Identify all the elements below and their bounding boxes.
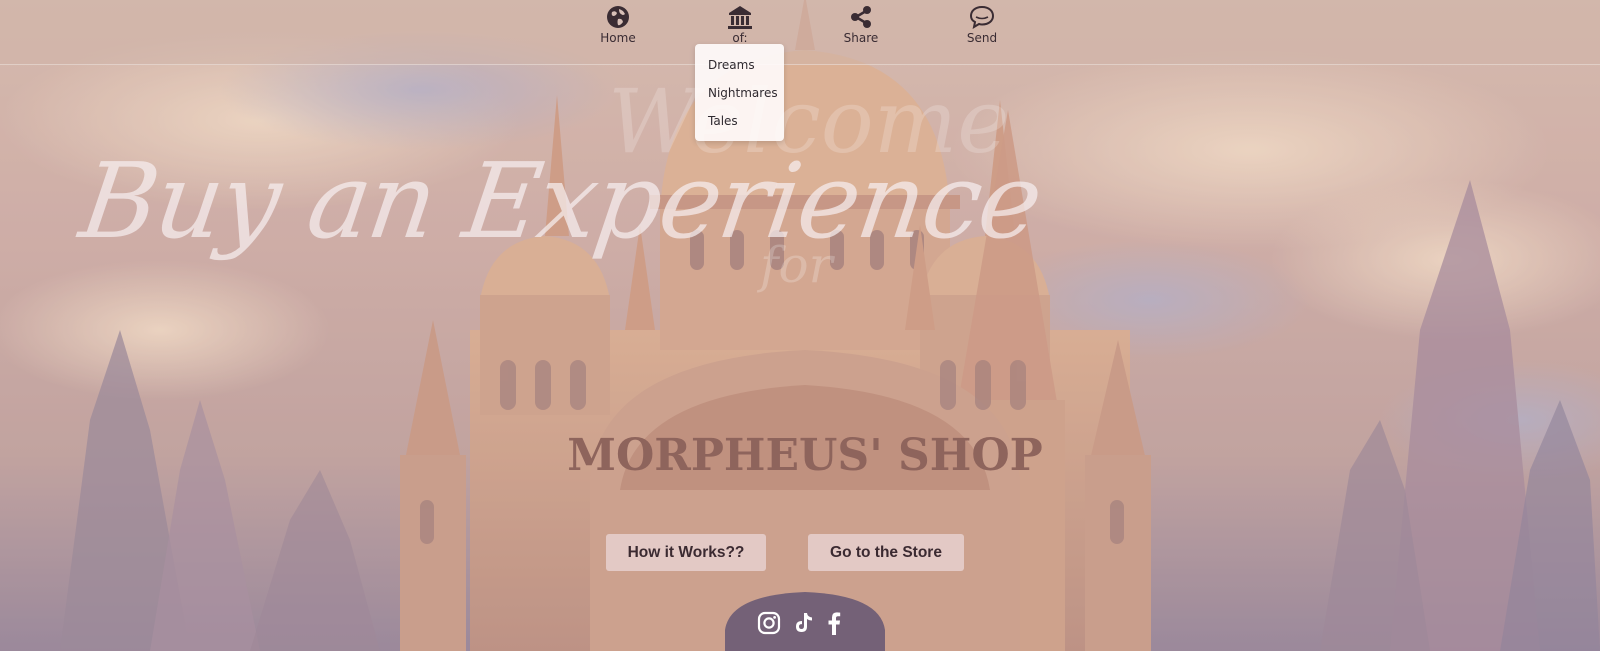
- nav-share[interactable]: Share: [816, 5, 906, 45]
- dropdown-item-tales[interactable]: Tales: [708, 114, 738, 128]
- globe-icon: [607, 6, 629, 28]
- top-navigation: Home of: Share Send: [0, 0, 1600, 65]
- nav-home-label: Home: [600, 31, 636, 45]
- nav-send-label: Send: [966, 31, 998, 45]
- museum-icon: [728, 6, 752, 29]
- nav-home[interactable]: Home: [573, 5, 663, 45]
- how-it-works-button[interactable]: How it Works??: [606, 534, 766, 571]
- share-icon: [851, 6, 871, 28]
- dropdown-item-nightmares[interactable]: Nightmares: [708, 86, 778, 100]
- nav-of-label: of:: [732, 31, 748, 45]
- hero-headline: Buy an Experience: [73, 140, 1048, 262]
- facebook-icon[interactable]: [824, 611, 844, 635]
- instagram-icon[interactable]: [757, 611, 781, 635]
- go-to-store-button[interactable]: Go to the Store: [808, 534, 964, 571]
- tiktok-icon[interactable]: [791, 611, 815, 635]
- for-text: for: [760, 236, 833, 294]
- nav-share-label: Share: [843, 31, 879, 45]
- nav-of-menu[interactable]: of:: [695, 5, 785, 45]
- nav-send[interactable]: Send: [937, 5, 1027, 45]
- dropdown-item-dreams[interactable]: Dreams: [708, 58, 755, 72]
- chat-bubble-icon: [969, 5, 995, 29]
- of-dropdown-menu: Dreams Nightmares Tales: [695, 44, 784, 141]
